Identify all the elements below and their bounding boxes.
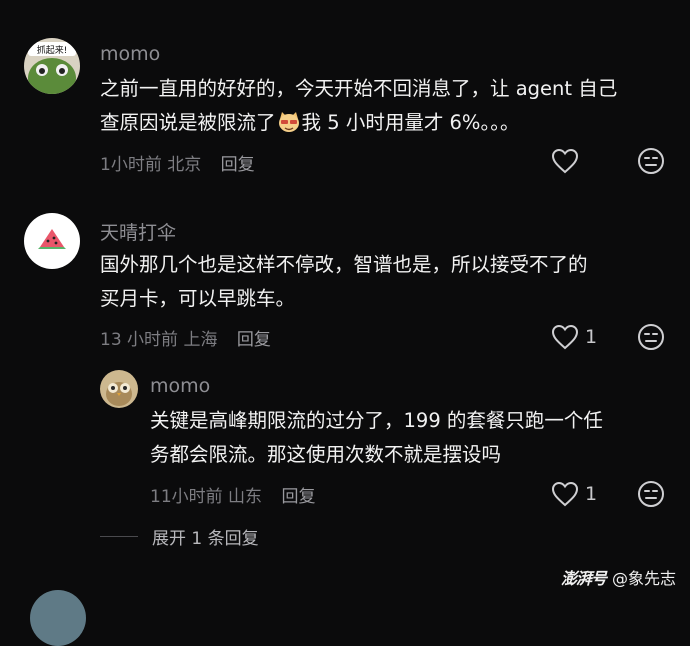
comment-meta: 1小时前 北京 回复 bbox=[100, 150, 255, 175]
heart-outline-icon bbox=[551, 148, 579, 174]
comment-text: 关键是高峰期限流的过分了，199 的套餐只跑一个任 务都会限流。那这使用次数不就… bbox=[150, 404, 670, 472]
meh-face-icon bbox=[638, 481, 664, 507]
expand-replies-label: 展开 1 条回复 bbox=[152, 529, 259, 549]
avatar[interactable] bbox=[24, 213, 80, 269]
dislike-button[interactable] bbox=[637, 147, 665, 179]
timestamp: 11小时前 bbox=[150, 487, 223, 507]
meh-face-icon bbox=[638, 324, 664, 350]
dislike-button[interactable] bbox=[637, 323, 665, 355]
heart-outline-icon bbox=[551, 481, 579, 507]
username[interactable]: 天晴打伞 bbox=[100, 218, 176, 245]
dislike-button[interactable] bbox=[637, 480, 665, 512]
username[interactable]: momo bbox=[150, 375, 210, 397]
brand-logo: 澎湃号 bbox=[560, 569, 607, 588]
like-count: 1 bbox=[585, 483, 598, 505]
avatar[interactable] bbox=[100, 370, 138, 408]
comment-text: 之前一直用的好好的，今天开始不回消息了，让 agent 自己 查原因说是被限流了… bbox=[100, 72, 660, 144]
comment-line: 务都会限流。那这使用次数不就是摆设吗 bbox=[150, 443, 502, 466]
author-handle: @象先志 bbox=[611, 569, 676, 588]
comment-meta: 13 小时前 上海 回复 bbox=[100, 325, 271, 350]
meh-face-icon bbox=[638, 148, 664, 174]
watermelon-avatar-icon bbox=[38, 229, 66, 249]
divider bbox=[100, 536, 138, 537]
location: 山东 bbox=[228, 487, 263, 507]
location: 北京 bbox=[167, 155, 202, 175]
reply-button[interactable]: 回复 bbox=[281, 487, 315, 507]
comment-line: 关键是高峰期限流的过分了，199 的套餐只跑一个任 bbox=[150, 409, 603, 432]
avatar[interactable] bbox=[30, 590, 86, 646]
cat-emoji-icon bbox=[277, 110, 301, 144]
heart-outline-icon bbox=[551, 324, 579, 350]
svg-text:抓起来!: 抓起来! bbox=[37, 44, 68, 56]
expand-replies-button[interactable]: 展开 1 条回复 bbox=[100, 524, 259, 549]
comment-line: 之前一直用的好好的，今天开始不回消息了，让 agent 自己 bbox=[100, 77, 618, 100]
reply-button[interactable]: 回复 bbox=[221, 155, 255, 175]
comment-line: 国外那几个也是这样不停改，智谱也是，所以接受不了的 bbox=[100, 253, 588, 276]
owl-avatar-icon bbox=[100, 370, 138, 408]
like-button[interactable]: 1 bbox=[551, 481, 597, 507]
watermark: 澎湃号 @象先志 bbox=[561, 565, 676, 589]
frog-avatar-icon: 抓起来! bbox=[24, 38, 80, 94]
like-button[interactable] bbox=[551, 148, 585, 174]
comment-meta: 11小时前 山东 回复 bbox=[150, 482, 315, 507]
comment-text: 国外那几个也是这样不停改，智谱也是，所以接受不了的 买月卡，可以早跳车。 bbox=[100, 248, 660, 316]
comment-line: 买月卡，可以早跳车。 bbox=[100, 287, 296, 310]
like-count: 1 bbox=[585, 326, 598, 348]
location: 上海 bbox=[183, 330, 218, 350]
like-button[interactable]: 1 bbox=[551, 324, 597, 350]
timestamp: 13 小时前 bbox=[100, 330, 179, 350]
comment-line: 查原因说是被限流了 我 5 小时用量才 6%。。。 bbox=[100, 106, 660, 144]
reply-button[interactable]: 回复 bbox=[237, 330, 271, 350]
timestamp: 1小时前 bbox=[100, 155, 162, 175]
username[interactable]: momo bbox=[100, 43, 160, 65]
avatar[interactable]: 抓起来! bbox=[24, 38, 80, 94]
